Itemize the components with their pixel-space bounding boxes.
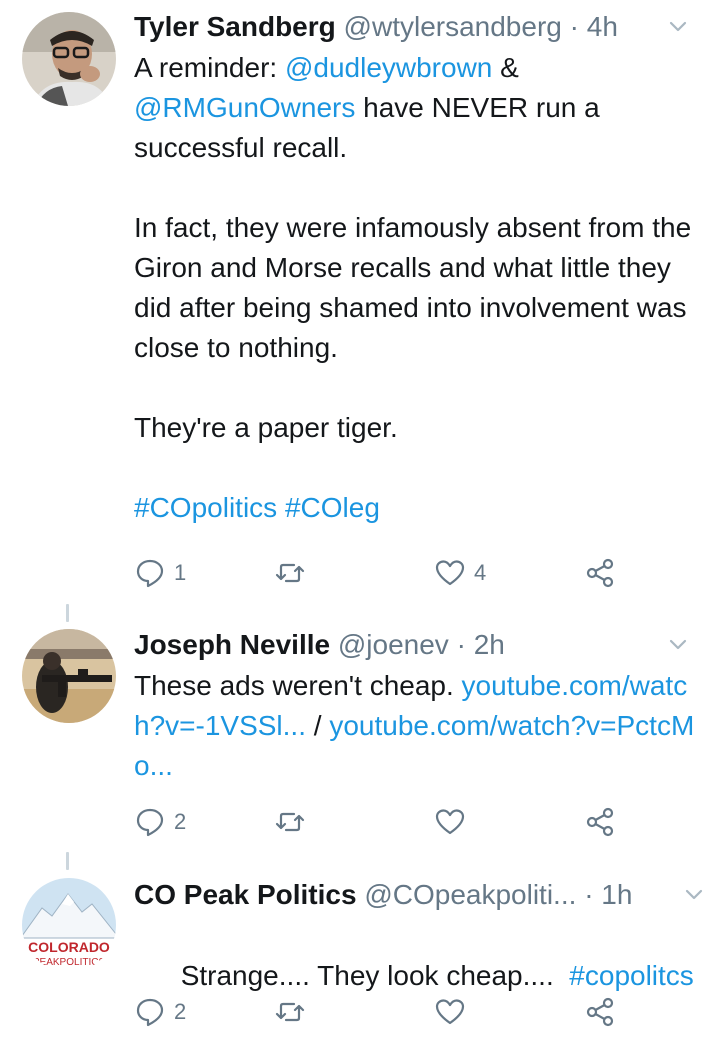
avatar-logo-text: COLORADO — [28, 939, 110, 955]
tweet-header: CO Peak Politics @COpeakpoliti... · 1h — [134, 878, 703, 912]
mention-link[interactable]: @dudleywbrown — [285, 52, 492, 83]
tweet-actions: 2 — [134, 802, 694, 842]
tweet-text: These ads weren't cheap. youtube.com/wat… — [134, 666, 700, 786]
retweet-button[interactable] — [274, 553, 314, 593]
timestamp[interactable]: 4h — [587, 11, 618, 42]
share-button[interactable] — [584, 992, 616, 1032]
hashtag-link[interactable]: #COleg — [285, 492, 380, 523]
chevron-down-icon[interactable] — [682, 880, 706, 904]
separator-dot: · — [569, 11, 579, 42]
avatar[interactable]: COLORADO PEAKPOLITICS — [22, 878, 116, 972]
author-name[interactable]: CO Peak Politics — [134, 879, 357, 910]
hashtag-link[interactable]: #copolitcs — [569, 960, 694, 991]
tweet-text-segment: & — [492, 52, 519, 83]
thread-line — [66, 604, 69, 622]
avatar[interactable] — [22, 12, 116, 106]
like-icon — [435, 560, 465, 586]
reply-count: 2 — [174, 999, 187, 1024]
share-button[interactable] — [584, 802, 616, 842]
like-count: 4 — [474, 560, 487, 585]
retweet-icon — [275, 563, 305, 583]
hashtag-link[interactable]: #COpolitics — [134, 492, 277, 523]
thread-line — [66, 852, 69, 870]
tweet-text-segment: Strange.... They look cheap.... — [180, 960, 570, 991]
tweet-paragraph: In fact, they were infamously absent fro… — [134, 212, 692, 363]
retweet-button[interactable] — [274, 802, 314, 842]
retweet-icon — [275, 1002, 305, 1022]
avatar-logo-text: PEAKPOLITICS — [33, 957, 106, 968]
tweet-text: A reminder: @dudleywbrown & @RMGunOwners… — [134, 48, 700, 528]
reply-icon — [136, 808, 164, 837]
author-handle[interactable]: @COpeakpoliti... — [364, 879, 576, 910]
like-icon — [435, 809, 465, 835]
tweet-header: Tyler Sandberg @wtylersandberg · 4h — [134, 10, 700, 44]
author-name[interactable]: Tyler Sandberg — [134, 11, 336, 42]
share-icon — [586, 807, 614, 837]
author-handle[interactable]: @wtylersandberg — [344, 11, 562, 42]
tweet-header: Joseph Neville @joenev · 2h — [134, 628, 700, 662]
chevron-down-icon[interactable] — [666, 12, 690, 36]
share-icon — [586, 997, 614, 1027]
avatar[interactable] — [22, 629, 116, 723]
reply-button[interactable]: 1 — [134, 553, 186, 593]
timestamp[interactable]: 2h — [474, 629, 505, 660]
like-button[interactable] — [434, 992, 474, 1032]
author-name[interactable]: Joseph Neville — [134, 629, 330, 660]
retweet-icon — [275, 812, 305, 832]
share-icon — [586, 558, 614, 588]
share-button[interactable] — [584, 553, 616, 593]
tweet-text-segment: These ads weren't cheap. — [134, 670, 462, 701]
retweet-button[interactable] — [274, 992, 314, 1032]
author-handle[interactable]: @joenev — [338, 629, 449, 660]
reply-count: 1 — [174, 560, 187, 585]
reply-button[interactable]: 2 — [134, 802, 186, 842]
reply-icon — [136, 998, 164, 1027]
tweet-paragraph: They're a paper tiger. — [134, 412, 398, 443]
reply-icon — [136, 559, 164, 588]
reply-count: 2 — [174, 809, 187, 834]
separator-dot: · — [584, 879, 594, 910]
tweet-actions: 2 — [134, 992, 694, 1032]
separator-dot: · — [456, 629, 466, 660]
like-icon — [435, 999, 465, 1025]
chevron-down-icon[interactable] — [666, 630, 690, 654]
tweet-text-segment: / — [305, 710, 330, 741]
like-button[interactable] — [434, 802, 474, 842]
tweet-actions: 1 4 — [134, 553, 694, 593]
tweet-text-segment: A reminder: — [134, 52, 285, 83]
reply-button[interactable]: 2 — [134, 992, 186, 1032]
like-button[interactable]: 4 — [434, 553, 486, 593]
mention-link[interactable]: @RMGunOwners — [134, 92, 355, 123]
timestamp[interactable]: 1h — [601, 879, 632, 910]
